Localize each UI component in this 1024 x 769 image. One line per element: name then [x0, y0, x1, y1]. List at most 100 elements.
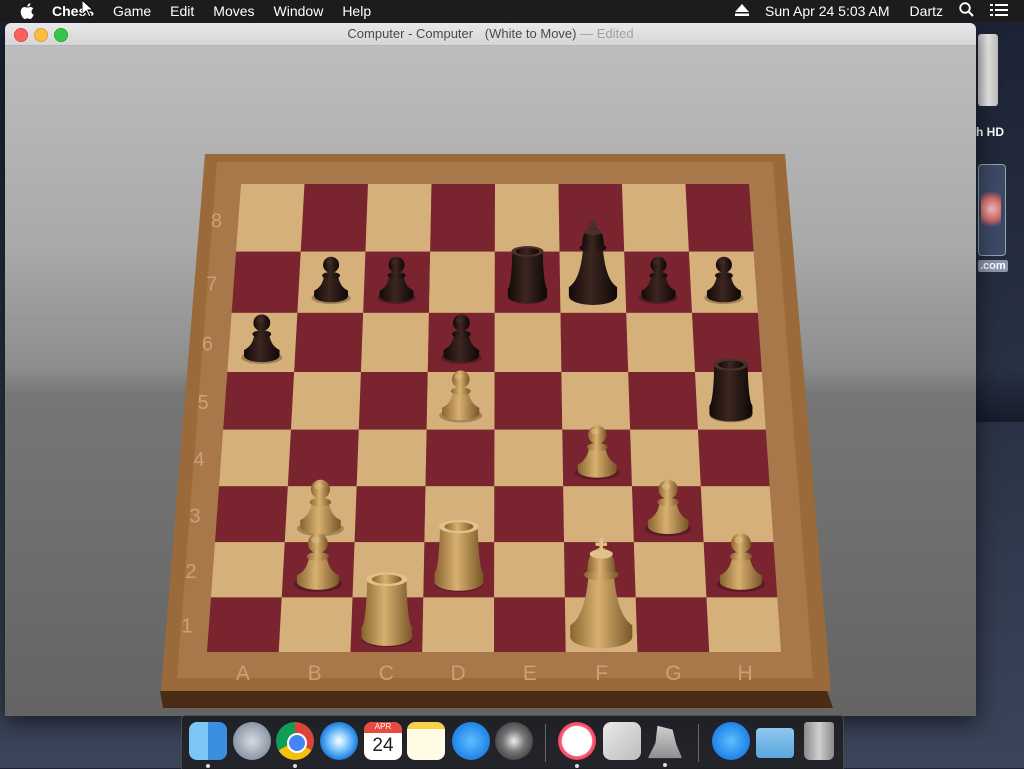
- board-square-a8[interactable]: [236, 184, 305, 252]
- board-square-d1[interactable]: [422, 597, 495, 652]
- rank-label: 3: [189, 505, 200, 527]
- board-square-f5[interactable]: [561, 371, 631, 430]
- board-square-g2[interactable]: [633, 542, 707, 598]
- board-square-a4[interactable]: [219, 429, 291, 487]
- desktop-file-label[interactable]: .com: [978, 260, 1008, 272]
- board-square-h3[interactable]: [700, 486, 774, 543]
- board-square-b4[interactable]: [287, 429, 359, 487]
- app-store-icon[interactable]: [452, 722, 490, 760]
- file-label: B: [308, 662, 322, 685]
- finder-icon[interactable]: [189, 722, 227, 768]
- file-label: G: [665, 662, 681, 685]
- list-icon[interactable]: [990, 3, 1008, 20]
- compass-icon[interactable]: [320, 722, 358, 760]
- trash-icon[interactable]: [804, 722, 834, 760]
- board-square-e4[interactable]: [494, 429, 564, 487]
- calendar-icon[interactable]: APR 24: [364, 722, 402, 760]
- board-square-c8[interactable]: [365, 184, 432, 252]
- file-label: F: [595, 662, 608, 685]
- turn-status: (White to Move): [484, 26, 577, 41]
- minimize-button[interactable]: [34, 28, 48, 42]
- eject-icon[interactable]: [735, 3, 750, 19]
- board-square-d4[interactable]: [425, 429, 495, 487]
- board-square-e6[interactable]: [494, 312, 562, 372]
- board-square-c6[interactable]: [360, 312, 429, 372]
- board-square-d8[interactable]: [430, 184, 495, 252]
- app-store-icon[interactable]: [712, 722, 750, 760]
- chess-knight-icon[interactable]: [647, 725, 683, 759]
- board-square-b1[interactable]: [278, 597, 353, 652]
- file-label: D: [451, 662, 466, 685]
- desktop-edge: h HD .com: [976, 22, 1024, 716]
- desktop-file-icon[interactable]: [978, 164, 1006, 256]
- chess-running-dot: [663, 763, 667, 767]
- folder-icon[interactable]: [756, 728, 794, 758]
- rank-label: 6: [202, 334, 213, 356]
- black-rook-e7[interactable]: [507, 246, 548, 305]
- hard-drive-icon[interactable]: [978, 34, 998, 106]
- close-button[interactable]: [14, 28, 28, 42]
- board-square-h1[interactable]: [706, 597, 781, 652]
- board-square-e8[interactable]: [494, 184, 560, 252]
- edited-indicator: — Edited: [580, 26, 634, 41]
- board-square-a2[interactable]: [210, 542, 285, 598]
- apple-icon[interactable]: [18, 2, 36, 20]
- board-square-b5[interactable]: [290, 371, 361, 430]
- menu-help[interactable]: Help: [342, 3, 371, 19]
- board-square-h4[interactable]: [697, 429, 770, 487]
- board-square-b8[interactable]: [300, 184, 368, 252]
- board-square-a7[interactable]: [231, 251, 301, 313]
- search-icon[interactable]: [959, 2, 974, 20]
- music-note-icon[interactable]: [558, 722, 596, 768]
- board-square-a1[interactable]: [207, 597, 282, 652]
- board-square-c3[interactable]: [354, 486, 426, 543]
- board-square-g4[interactable]: [630, 429, 701, 487]
- window-titlebar[interactable]: Computer - Computer (White to Move) — Ed…: [5, 23, 976, 46]
- rocket-icon[interactable]: [233, 722, 271, 760]
- board-square-f6[interactable]: [560, 312, 629, 372]
- black-rook-h5[interactable]: [709, 358, 753, 423]
- mouse-cursor-icon: [81, 0, 95, 23]
- white-rook-c1[interactable]: [361, 572, 413, 648]
- menu-window[interactable]: Window: [274, 3, 324, 19]
- chess-board[interactable]: A B C D E F G H 8 7 6 5 4 3 2 1: [5, 46, 976, 716]
- notes-icon[interactable]: [407, 722, 445, 760]
- board-square-g8[interactable]: [622, 184, 689, 252]
- board-square-c5[interactable]: [358, 371, 428, 430]
- board-square-e5[interactable]: [494, 371, 563, 430]
- chess-scene[interactable]: A B C D E F G H 8 7 6 5 4 3 2 1: [5, 46, 976, 716]
- menu-edit[interactable]: Edit: [170, 3, 194, 19]
- board-square-b6[interactable]: [294, 312, 364, 372]
- board-square-e1[interactable]: [494, 597, 566, 652]
- board-square-g6[interactable]: [626, 312, 696, 372]
- rank-label: 2: [185, 561, 196, 583]
- board-frame-edge: [160, 691, 833, 708]
- zoom-button[interactable]: [54, 28, 68, 42]
- gear-icon[interactable]: [495, 722, 533, 760]
- board-square-a5[interactable]: [223, 371, 295, 430]
- rank-label: 1: [181, 616, 192, 638]
- board-square-d7[interactable]: [428, 251, 495, 313]
- board-square-g1[interactable]: [635, 597, 710, 652]
- board-square-e2[interactable]: [494, 542, 565, 598]
- file-label: A: [236, 662, 250, 685]
- preview-icon[interactable]: [603, 722, 641, 760]
- board-square-f3[interactable]: [563, 486, 634, 543]
- menubar-user[interactable]: Dartz: [910, 3, 943, 19]
- calendar-day: 24: [372, 735, 394, 756]
- calendar-month: APR: [364, 722, 402, 733]
- menu-game[interactable]: Game: [113, 3, 151, 19]
- rank-label: 7: [206, 274, 217, 296]
- board-square-e3[interactable]: [494, 486, 565, 543]
- hard-drive-label[interactable]: h HD: [976, 125, 1004, 139]
- white-rook-d2[interactable]: [434, 519, 484, 592]
- board-square-h8[interactable]: [685, 184, 754, 252]
- chrome-icon[interactable]: [276, 722, 314, 768]
- menu-moves[interactable]: Moves: [213, 3, 254, 19]
- board-square-c4[interactable]: [356, 429, 427, 487]
- menubar: Chess Game Edit Moves Window Help Sun Ap…: [0, 0, 1024, 22]
- board-square-g5[interactable]: [628, 371, 698, 430]
- board-square-a3[interactable]: [214, 486, 288, 543]
- chess-window: Computer - Computer (White to Move) — Ed…: [5, 23, 976, 716]
- menubar-clock[interactable]: Sun Apr 24 5:03 AM: [765, 3, 890, 19]
